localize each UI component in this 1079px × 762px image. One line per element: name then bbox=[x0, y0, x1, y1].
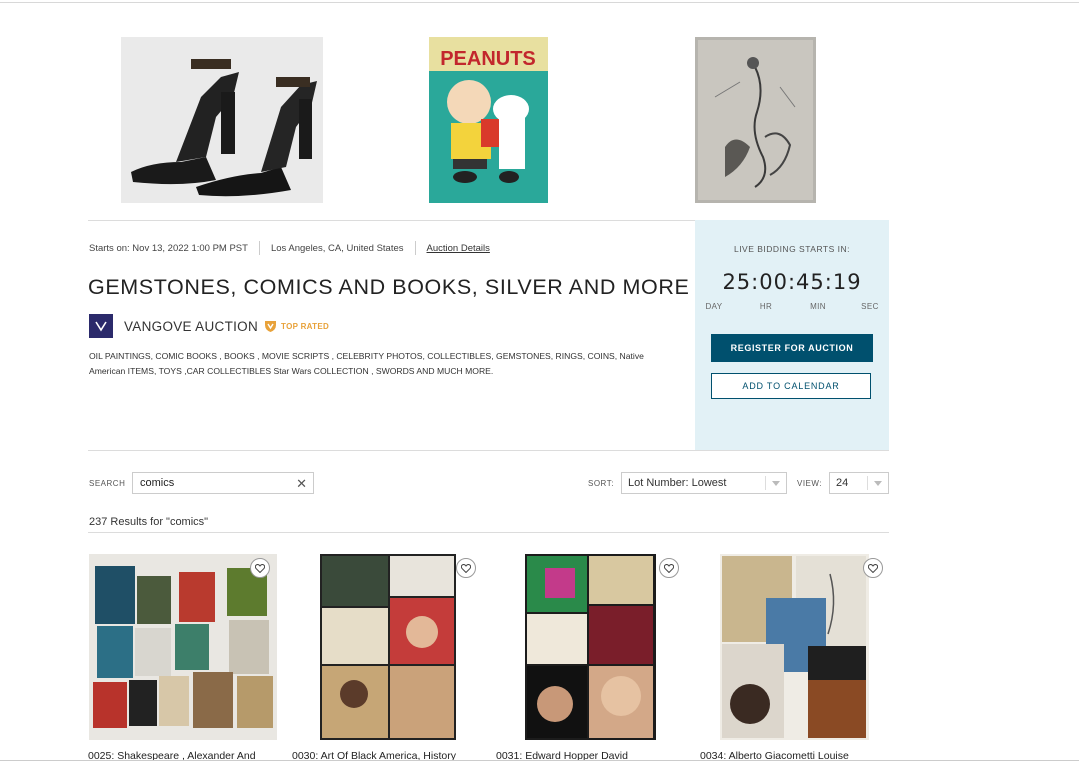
art-books-collage-image bbox=[720, 554, 869, 740]
search-box: ✕ bbox=[132, 472, 314, 494]
search-label: SEARCH bbox=[89, 479, 126, 488]
hero-image-sketch[interactable] bbox=[695, 37, 816, 203]
meta-separator bbox=[414, 241, 416, 255]
live-bidding-label: LIVE BIDDING STARTS IN: bbox=[733, 244, 851, 254]
seller-logo-mark-icon bbox=[95, 321, 107, 332]
meta-separator bbox=[258, 241, 260, 255]
sketch-drawing-image bbox=[695, 37, 816, 203]
view-label: VIEW: bbox=[797, 479, 823, 488]
top-divider bbox=[0, 2, 1079, 3]
heart-icon bbox=[255, 563, 265, 573]
info-divider bbox=[88, 220, 695, 221]
hero-image-peanuts-comic[interactable]: PEANUTS bbox=[429, 37, 548, 203]
painter-books-collage-image bbox=[525, 554, 656, 740]
lot-thumbnail[interactable] bbox=[320, 554, 456, 740]
live-bidding-panel: LIVE BIDDING STARTS IN: 25:00:45:19 DAY … bbox=[695, 220, 889, 451]
view-select[interactable]: 24 bbox=[829, 472, 889, 494]
lot-thumbnail[interactable] bbox=[720, 554, 869, 740]
countdown-unit-min: MIN bbox=[810, 302, 826, 311]
countdown-unit-day: DAY bbox=[705, 302, 723, 311]
favorite-button[interactable] bbox=[659, 558, 679, 578]
peanuts-logo-text: PEANUTS bbox=[440, 48, 536, 70]
chevron-down-icon bbox=[765, 476, 786, 490]
results-divider bbox=[88, 532, 889, 533]
favorite-button[interactable] bbox=[250, 558, 270, 578]
heart-icon bbox=[664, 563, 674, 573]
heart-icon bbox=[868, 563, 878, 573]
countdown-units: DAY HR MIN SEC bbox=[695, 302, 889, 311]
favorite-button[interactable] bbox=[456, 558, 476, 578]
start-date: Starts on: Nov 13, 2022 1:00 PM PST bbox=[89, 242, 248, 254]
countdown-unit-hr: HR bbox=[759, 302, 773, 311]
countdown-unit-sec: SEC bbox=[861, 302, 879, 311]
filter-divider bbox=[88, 450, 889, 451]
sort-select[interactable]: Lot Number: Lowest bbox=[621, 472, 787, 494]
hero-image-sandals[interactable] bbox=[121, 37, 323, 203]
auction-location: Los Angeles, CA, United States bbox=[270, 242, 404, 254]
top-rated-badge: TOP RATED bbox=[265, 320, 329, 332]
register-for-auction-button[interactable]: REGISTER FOR AUCTION bbox=[711, 334, 873, 362]
top-rated-shield-icon bbox=[265, 321, 277, 332]
auction-description: OIL PAINTINGS, COMIC BOOKS , BOOKS , MOV… bbox=[89, 351, 644, 376]
heart-icon bbox=[461, 563, 471, 573]
seller-name-link[interactable]: VANGOVE AUCTION bbox=[124, 319, 258, 334]
top-rated-label: TOP RATED bbox=[281, 321, 330, 331]
add-to-calendar-button[interactable]: ADD TO CALENDAR bbox=[711, 373, 871, 399]
sort-value: Lot Number: Lowest bbox=[628, 477, 727, 489]
auction-title: GEMSTONES, COMICS AND BOOKS, SILVER AND … bbox=[88, 275, 690, 299]
view-value: 24 bbox=[836, 477, 849, 489]
seller-row: VANGOVE AUCTION TOP RATED bbox=[89, 314, 329, 338]
chevron-down-icon bbox=[867, 476, 888, 490]
seller-logo[interactable] bbox=[89, 314, 113, 338]
results-count: 237 Results for "comics" bbox=[89, 516, 209, 528]
black-sandals-image bbox=[121, 37, 323, 203]
favorite-button[interactable] bbox=[863, 558, 883, 578]
lot-thumbnail[interactable] bbox=[525, 554, 656, 740]
clear-search-icon[interactable]: ✕ bbox=[296, 476, 307, 492]
books-collage-image bbox=[89, 554, 277, 740]
auction-details-link[interactable]: Auction Details bbox=[427, 243, 490, 254]
countdown-timer: 25:00:45:19 bbox=[722, 270, 862, 294]
peanuts-comic-cover-image: PEANUTS bbox=[429, 37, 548, 203]
auction-meta: Starts on: Nov 13, 2022 1:00 PM PST Los … bbox=[89, 241, 490, 255]
sort-label: SORT: bbox=[588, 479, 614, 488]
art-books-collage-image bbox=[320, 554, 456, 740]
lot-thumbnail[interactable] bbox=[89, 554, 277, 740]
search-input[interactable] bbox=[138, 476, 292, 490]
